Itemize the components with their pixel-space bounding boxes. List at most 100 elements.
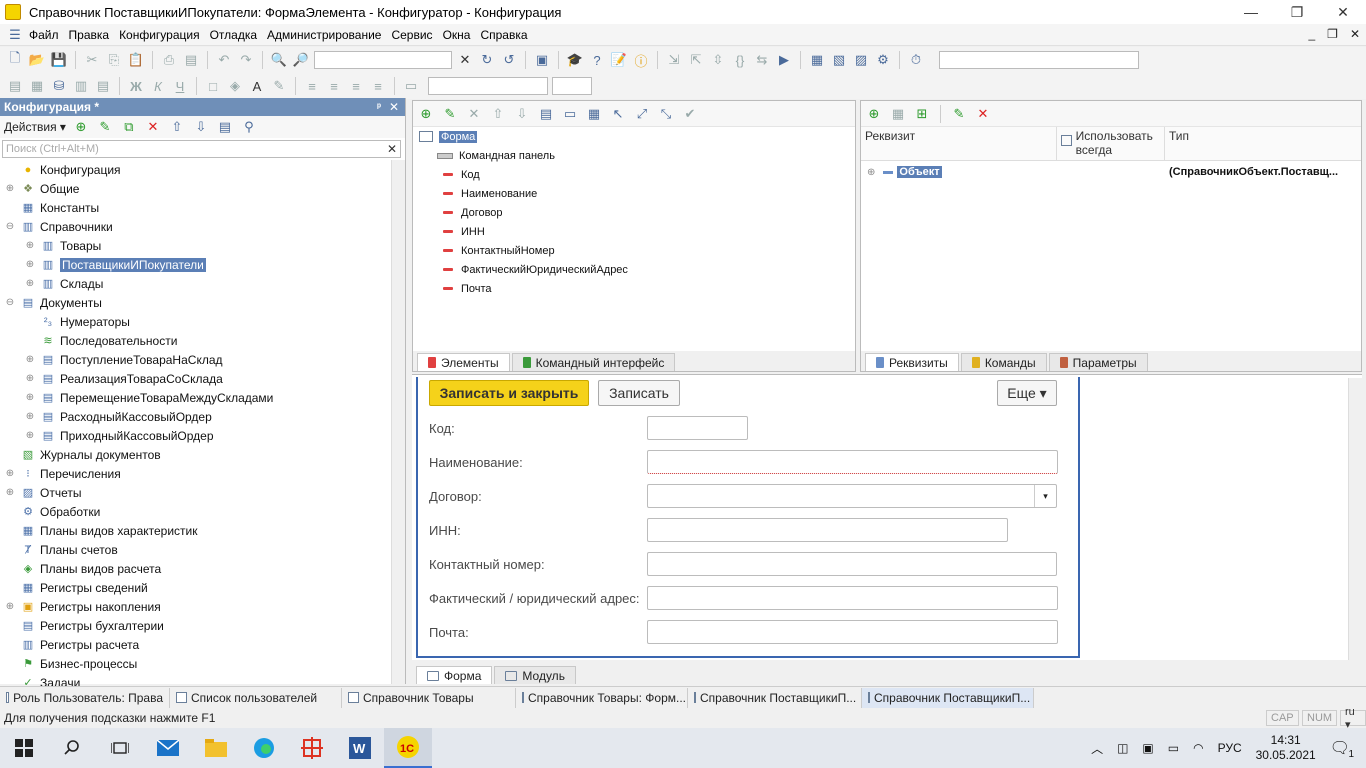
tab-form[interactable]: Форма bbox=[416, 666, 493, 684]
sort-icon[interactable]: ▤ bbox=[216, 118, 234, 136]
align-left-icon[interactable]: ≡ bbox=[303, 77, 321, 95]
restore-button[interactable]: ❐ bbox=[1274, 0, 1320, 24]
edit-icon[interactable]: ✎ bbox=[96, 118, 114, 136]
tree-item[interactable]: ⊕ ▥ ПоставщикиИПокупатели bbox=[0, 255, 405, 274]
snipping-app-button[interactable] bbox=[288, 728, 336, 768]
merge-icon[interactable]: ▭ bbox=[402, 77, 420, 95]
save-and-close-button[interactable]: Записать и закрыть bbox=[429, 380, 589, 406]
tree-search-input[interactable]: Поиск (Ctrl+Alt+M) ✕ bbox=[2, 140, 401, 158]
search-clear-icon[interactable]: ✕ bbox=[387, 142, 397, 156]
expand-icon[interactable]: ⊕ bbox=[24, 430, 36, 441]
code-input[interactable] bbox=[647, 416, 748, 440]
camera-icon[interactable]: ◫ bbox=[1117, 741, 1128, 755]
expand-icon[interactable]: ⊕ bbox=[4, 468, 16, 479]
expand-icon[interactable]: ⊕ bbox=[24, 373, 36, 384]
email-input[interactable] bbox=[647, 620, 1058, 644]
tree-scrollbar[interactable] bbox=[391, 160, 405, 684]
layout-icon[interactable]: ▦ bbox=[585, 105, 603, 123]
expand-icon[interactable]: ⊕ bbox=[24, 354, 36, 365]
tab-parameters[interactable]: Параметры bbox=[1048, 353, 1148, 371]
check-icon[interactable]: ✔ bbox=[681, 105, 699, 123]
redo-icon[interactable]: ↷ bbox=[237, 51, 255, 69]
tree-item[interactable]: ⊕ ▨ Отчеты bbox=[0, 483, 405, 502]
debug-step-icon[interactable]: ⇲ bbox=[665, 51, 683, 69]
tab-attributes[interactable]: Реквизиты bbox=[865, 353, 959, 371]
system-menu-icon[interactable]: ☰ bbox=[6, 26, 24, 44]
align-center-icon[interactable]: ≡ bbox=[325, 77, 343, 95]
font-size-combobox[interactable] bbox=[552, 77, 592, 95]
preview-scrollbar[interactable] bbox=[1348, 378, 1362, 660]
window-tab-role-rights[interactable]: Роль Пользователь: Права bbox=[0, 687, 170, 708]
expand-icon[interactable]: ⊕ bbox=[24, 240, 36, 251]
undo-icon[interactable]: ↶ bbox=[215, 51, 233, 69]
filter-icon[interactable]: ⚲ bbox=[240, 118, 258, 136]
mail-app-button[interactable] bbox=[144, 728, 192, 768]
window-tab-products-form[interactable]: Справочник Товары: Форм... bbox=[516, 687, 688, 708]
expand-icon[interactable]: ⊕ bbox=[24, 392, 36, 403]
view-mode-icon[interactable]: ▭ bbox=[561, 105, 579, 123]
tree-item[interactable]: ▧ Журналы документов bbox=[0, 445, 405, 464]
move-up-icon[interactable]: ⇧ bbox=[168, 118, 186, 136]
contact-number-input[interactable] bbox=[647, 552, 1057, 576]
form-element-row[interactable]: Почта bbox=[413, 279, 855, 298]
panel-close-button[interactable]: ✕ bbox=[389, 100, 399, 114]
1c-app-button[interactable]: 1C bbox=[384, 728, 432, 768]
close-button[interactable]: ✕ bbox=[1320, 0, 1366, 24]
search-icon[interactable]: 🔎 bbox=[292, 51, 310, 69]
tree-item[interactable]: ▦ Константы bbox=[0, 198, 405, 217]
delete-element-icon[interactable]: ✕ bbox=[465, 105, 483, 123]
tab-command-interface[interactable]: Командный интерфейс bbox=[511, 353, 676, 371]
configuration-window-icon[interactable]: ▦ bbox=[808, 51, 826, 69]
expand-icon[interactable]: ⊕ bbox=[24, 411, 36, 422]
tree-item[interactable]: ● Конфигурация bbox=[0, 160, 405, 179]
attribute-row-object[interactable]: ⊕ Объект (СправочникОбъект.Поставщ... bbox=[861, 161, 1361, 183]
connect-icon[interactable]: ↖ bbox=[609, 105, 627, 123]
search-taskbar-button[interactable] bbox=[48, 728, 96, 768]
move-up-icon[interactable]: ⇧ bbox=[489, 105, 507, 123]
col-use-always[interactable]: Использовать всегда bbox=[1057, 127, 1165, 160]
pin-icon[interactable]: ᵖ bbox=[377, 102, 381, 113]
wifi-icon[interactable]: ◠ bbox=[1193, 741, 1203, 755]
border-icon[interactable]: □ bbox=[204, 77, 222, 95]
help-topic-icon[interactable]: ? bbox=[588, 51, 606, 69]
tree-item[interactable]: ⊕ ▣ Регистры накопления bbox=[0, 597, 405, 616]
menu-service[interactable]: Сервис bbox=[386, 28, 437, 42]
info-icon[interactable]: ⓘ bbox=[632, 51, 650, 69]
tree-item[interactable]: ≋ Последовательности bbox=[0, 331, 405, 350]
tree-item[interactable]: ▦ Планы видов характеристик bbox=[0, 521, 405, 540]
contract-select[interactable]: ▾ bbox=[647, 484, 1057, 508]
menu-windows[interactable]: Окна bbox=[438, 28, 476, 42]
module-method-combobox[interactable] bbox=[939, 51, 1139, 69]
tab-commands[interactable]: Команды bbox=[960, 353, 1047, 371]
tree-item[interactable]: ⊕ ▥ Товары bbox=[0, 236, 405, 255]
minimize-button[interactable]: — bbox=[1228, 0, 1274, 24]
mdi-restore-button[interactable]: ❐ bbox=[1327, 27, 1338, 41]
tree-item[interactable]: ⊕ ▤ ПеремещениеТовараМеждуСкладами bbox=[0, 388, 405, 407]
module-list-icon[interactable]: ▤ bbox=[6, 77, 24, 95]
add-icon[interactable]: ⊕ bbox=[72, 118, 90, 136]
copy-item-icon[interactable]: ⧉ bbox=[120, 118, 138, 136]
database-icon[interactable]: ⛁ bbox=[50, 77, 68, 95]
fill-icon[interactable]: ◈ bbox=[226, 77, 244, 95]
cut-icon[interactable]: ✂ bbox=[83, 51, 101, 69]
actions-menu-button[interactable]: Действия ▾ bbox=[4, 120, 66, 134]
page-setup-icon[interactable]: ▤ bbox=[94, 77, 112, 95]
start-button[interactable] bbox=[0, 728, 48, 768]
print-icon[interactable]: ⎙ bbox=[160, 51, 178, 69]
find-prev-icon[interactable]: ↺ bbox=[500, 51, 518, 69]
inn-input[interactable] bbox=[647, 518, 1008, 542]
language-indicator[interactable]: ru ▾ bbox=[1340, 706, 1366, 731]
tree-item[interactable]: ⊖ ▤ Документы bbox=[0, 293, 405, 312]
search-combobox[interactable] bbox=[314, 51, 452, 69]
compare-config-icon[interactable]: ⚙ bbox=[874, 51, 892, 69]
tab-module[interactable]: Модуль bbox=[494, 666, 576, 684]
add-attribute-icon[interactable]: ⊕ bbox=[865, 105, 883, 123]
menu-file[interactable]: Файл bbox=[24, 28, 64, 42]
font-color-icon[interactable]: A bbox=[248, 77, 266, 95]
tree-item[interactable]: ⊕ ▤ ПриходныйКассовыйОрдер bbox=[0, 426, 405, 445]
expand-icon[interactable]: ⊕ bbox=[4, 183, 16, 194]
print-preview-icon[interactable]: ▤ bbox=[182, 51, 200, 69]
debug-stop-icon[interactable]: ⇆ bbox=[753, 51, 771, 69]
properties-icon[interactable]: ▤ bbox=[537, 105, 555, 123]
tree-item[interactable]: ²₃ Нумераторы bbox=[0, 312, 405, 331]
